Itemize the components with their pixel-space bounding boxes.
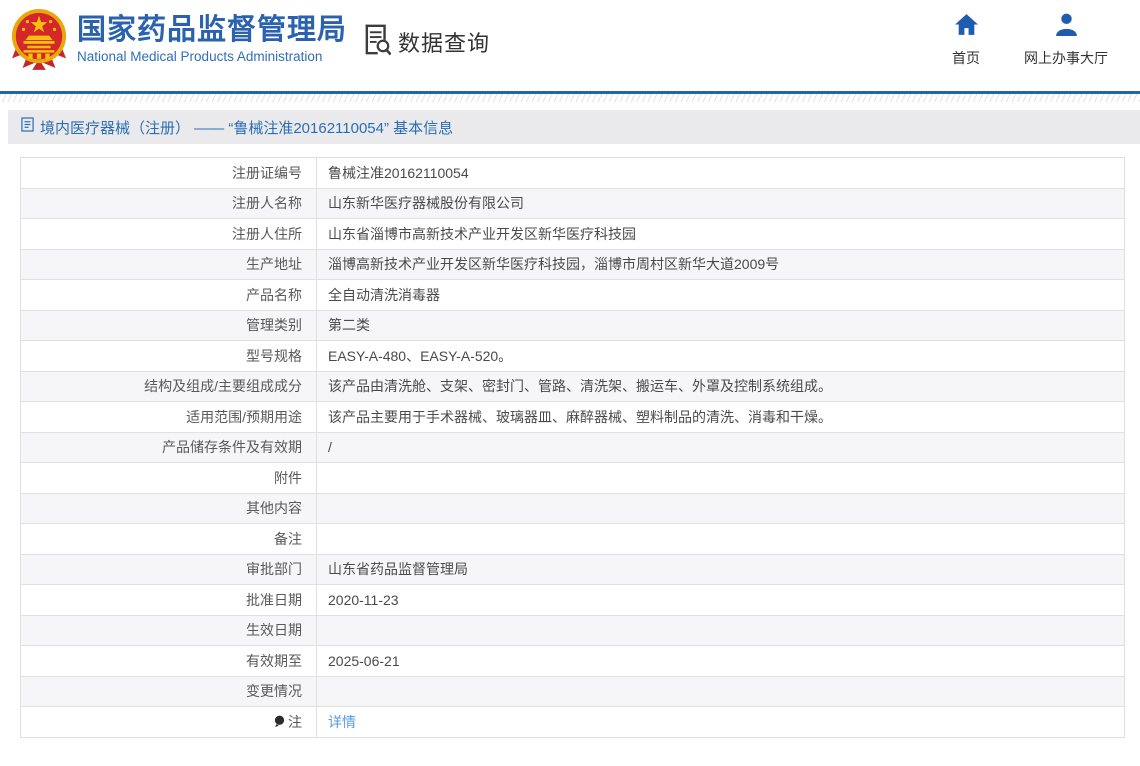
row-label: 其他内容 — [21, 493, 317, 524]
page-title: 境内医疗器械（注册） —— “鲁械注准20162110054” 基本信息 — [40, 117, 453, 138]
row-label: 生效日期 — [21, 615, 317, 646]
table-row: 管理类别第二类 — [21, 310, 1125, 341]
table-row: 型号规格EASY-A-480、EASY-A-520。 — [21, 341, 1125, 372]
row-value: 该产品主要用于手术器械、玻璃器皿、麻醉器械、塑料制品的清洗、消毒和干燥。 — [317, 402, 1125, 433]
table-row: 注册证编号鲁械注准20162110054 — [21, 158, 1125, 189]
row-value: 山东省淄博市高新技术产业开发区新华医疗科技园 — [317, 219, 1125, 250]
row-value — [317, 463, 1125, 494]
table-row: 生效日期 — [21, 615, 1125, 646]
home-icon — [954, 13, 979, 41]
org-name-en: National Medical Products Administration — [77, 49, 347, 65]
table-row: 变更情况 — [21, 676, 1125, 707]
row-value — [317, 615, 1125, 646]
detail-link[interactable]: 详情 — [328, 714, 356, 730]
row-label: 产品名称 — [21, 280, 317, 311]
table-row: 注详情 — [21, 707, 1125, 738]
row-label: 型号规格 — [21, 341, 317, 372]
row-value: 2020-11-23 — [317, 585, 1125, 616]
row-value: 山东省药品监督管理局 — [317, 554, 1125, 585]
row-label: 附件 — [21, 463, 317, 494]
table-row: 备注 — [21, 524, 1125, 555]
data-query-icon — [362, 23, 391, 61]
row-label: 适用范围/预期用途 — [21, 402, 317, 433]
user-icon — [1054, 13, 1079, 41]
table-row: 结构及组成/主要组成成分该产品由清洗舱、支架、密封门、管路、清洗架、搬运车、外罩… — [21, 371, 1125, 402]
table-row: 批准日期2020-11-23 — [21, 585, 1125, 616]
row-value: 山东新华医疗器械股份有限公司 — [317, 188, 1125, 219]
table-row: 产品储存条件及有效期/ — [21, 432, 1125, 463]
data-query-section[interactable]: 数据查询 — [362, 23, 490, 61]
document-icon — [21, 117, 34, 137]
row-label: 注册证编号 — [21, 158, 317, 189]
breadcrumb: 境内医疗器械（注册） —— “鲁械注准20162110054” 基本信息 — [8, 110, 1140, 144]
row-value — [317, 676, 1125, 707]
row-value: 淄博高新技术产业开发区新华医疗科技园，淄博市周村区新华大道2009号 — [317, 249, 1125, 280]
row-value: 鲁械注准20162110054 — [317, 158, 1125, 189]
table-row: 注册人名称山东新华医疗器械股份有限公司 — [21, 188, 1125, 219]
table-row: 生产地址淄博高新技术产业开发区新华医疗科技园，淄博市周村区新华大道2009号 — [21, 249, 1125, 280]
info-table-body: 注册证编号鲁械注准20162110054注册人名称山东新华医疗器械股份有限公司注… — [21, 158, 1125, 738]
info-table: 注册证编号鲁械注准20162110054注册人名称山东新华医疗器械股份有限公司注… — [20, 157, 1125, 738]
org-identity: 国家药品监督管理局 National Medical Products Admi… — [77, 13, 347, 65]
top-nav: 首页 网上办事大厅 — [952, 13, 1108, 68]
nav-item-label: 首页 — [952, 48, 980, 68]
row-label: 注册人住所 — [21, 219, 317, 250]
note-icon — [274, 715, 285, 731]
table-row: 有效期至2025-06-21 — [21, 646, 1125, 677]
table-row: 注册人住所山东省淄博市高新技术产业开发区新华医疗科技园 — [21, 219, 1125, 250]
row-value — [317, 493, 1125, 524]
row-value — [317, 524, 1125, 555]
table-row: 适用范围/预期用途该产品主要用于手术器械、玻璃器皿、麻醉器械、塑料制品的清洗、消… — [21, 402, 1125, 433]
nav-item-service-hall[interactable]: 网上办事大厅 — [1024, 13, 1108, 68]
org-name-zh: 国家药品监督管理局 — [77, 13, 347, 47]
row-label: 批准日期 — [21, 585, 317, 616]
national-emblem-icon — [10, 7, 68, 71]
row-label: 注册人名称 — [21, 188, 317, 219]
row-value: EASY-A-480、EASY-A-520。 — [317, 341, 1125, 372]
row-value: 全自动清洗消毒器 — [317, 280, 1125, 311]
row-label: 产品储存条件及有效期 — [21, 432, 317, 463]
table-row: 附件 — [21, 463, 1125, 494]
table-row: 其他内容 — [21, 493, 1125, 524]
table-row: 产品名称全自动清洗消毒器 — [21, 280, 1125, 311]
table-row: 审批部门山东省药品监督管理局 — [21, 554, 1125, 585]
row-label: 管理类别 — [21, 310, 317, 341]
row-value: 详情 — [317, 707, 1125, 738]
row-label: 变更情况 — [21, 676, 317, 707]
page-header: 国家药品监督管理局 National Medical Products Admi… — [0, 0, 1140, 91]
row-value: 2025-06-21 — [317, 646, 1125, 677]
row-label: 结构及组成/主要组成成分 — [21, 371, 317, 402]
row-value: 该产品由清洗舱、支架、密封门、管路、清洗架、搬运车、外罩及控制系统组成。 — [317, 371, 1125, 402]
row-label: 审批部门 — [21, 554, 317, 585]
nav-item-label: 网上办事大厅 — [1024, 48, 1108, 68]
data-query-label: 数据查询 — [398, 26, 490, 58]
row-label: 备注 — [21, 524, 317, 555]
row-label: 有效期至 — [21, 646, 317, 677]
hatch-stripe-band — [0, 94, 1140, 102]
nav-item-home[interactable]: 首页 — [952, 13, 980, 68]
row-value: 第二类 — [317, 310, 1125, 341]
row-label: 注 — [21, 707, 317, 738]
row-value: / — [317, 432, 1125, 463]
row-label: 生产地址 — [21, 249, 317, 280]
